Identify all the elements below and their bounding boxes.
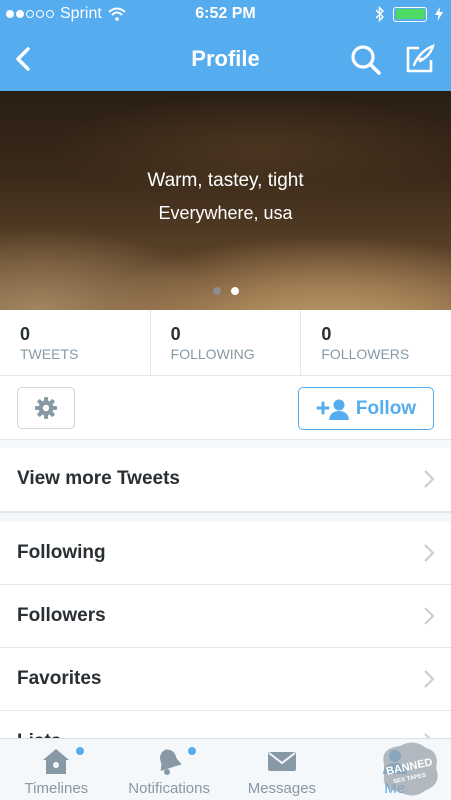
chevron-right-icon: [424, 544, 435, 562]
stat-following[interactable]: 0 FOLLOWING: [151, 310, 302, 375]
stat-value: 0: [170, 324, 181, 344]
battery-icon: [393, 6, 427, 22]
gear-icon: [35, 397, 57, 419]
stat-label: FOLLOWING: [170, 346, 255, 362]
tab-timelines[interactable]: Timelines: [0, 739, 113, 800]
view-more-tweets-row[interactable]: View more Tweets: [0, 448, 451, 512]
unread-badge: [187, 747, 196, 755]
favorites-row[interactable]: Favorites: [0, 648, 451, 711]
status-right: [375, 6, 443, 22]
follow-button-label: Follow: [355, 397, 417, 419]
chevron-right-icon: [424, 607, 435, 625]
page-title: Profile: [191, 46, 260, 71]
home-icon: [43, 749, 70, 774]
status-bar: Sprint 6:52 PM: [0, 0, 451, 30]
stat-tweets[interactable]: 0 TWEETS: [0, 310, 151, 375]
tab-label: Messages: [247, 780, 317, 797]
nav-bar: Profile: [0, 30, 451, 91]
row-label: Following: [17, 542, 106, 563]
stat-followers[interactable]: 0 FOLLOWERS: [301, 310, 451, 375]
profile-location: Everywhere, usa: [158, 203, 293, 223]
tab-label: Timelines: [24, 780, 89, 797]
bluetooth-icon: [375, 6, 384, 22]
row-label: View more Tweets: [17, 468, 180, 489]
envelope-icon: [267, 752, 296, 771]
followers-row[interactable]: Followers: [0, 585, 451, 648]
stat-value: 0: [20, 324, 31, 344]
search-icon[interactable]: [349, 43, 383, 77]
page-dot-active: [230, 287, 239, 295]
compose-icon[interactable]: [403, 42, 437, 76]
profile-header-image: Warm, tastey, tight Everywhere, usa: [0, 91, 451, 310]
profile-name: Warm, tastey, tight: [147, 170, 304, 191]
charging-bolt-icon: [435, 7, 443, 21]
add-user-icon: [316, 399, 349, 420]
chevron-right-icon: [424, 670, 435, 688]
following-row[interactable]: Following: [0, 522, 451, 585]
page-dot: [212, 287, 221, 295]
settings-button[interactable]: [17, 387, 75, 429]
tab-notifications[interactable]: Notifications: [113, 739, 226, 800]
follow-button[interactable]: Follow: [298, 387, 434, 430]
chevron-right-icon: [424, 470, 435, 488]
bell-icon: [160, 749, 182, 775]
stat-value: 0: [321, 324, 332, 344]
page-indicator[interactable]: [0, 287, 451, 295]
row-label: Followers: [17, 605, 106, 626]
unread-badge: [76, 747, 84, 755]
profile-stats: 0 TWEETS 0 FOLLOWING 0 FOLLOWERS: [0, 310, 451, 376]
watermark-logo: BANNED SEX TAPES: [383, 742, 438, 796]
profile-actions: Follow: [0, 376, 451, 440]
stat-label: TWEETS: [20, 346, 79, 362]
top-bar: Sprint 6:52 PM Profile: [0, 0, 451, 91]
tab-label: Notifications: [128, 780, 210, 797]
tab-messages[interactable]: Messages: [226, 739, 339, 800]
row-label: Favorites: [17, 668, 102, 689]
stat-label: FOLLOWERS: [321, 346, 410, 362]
